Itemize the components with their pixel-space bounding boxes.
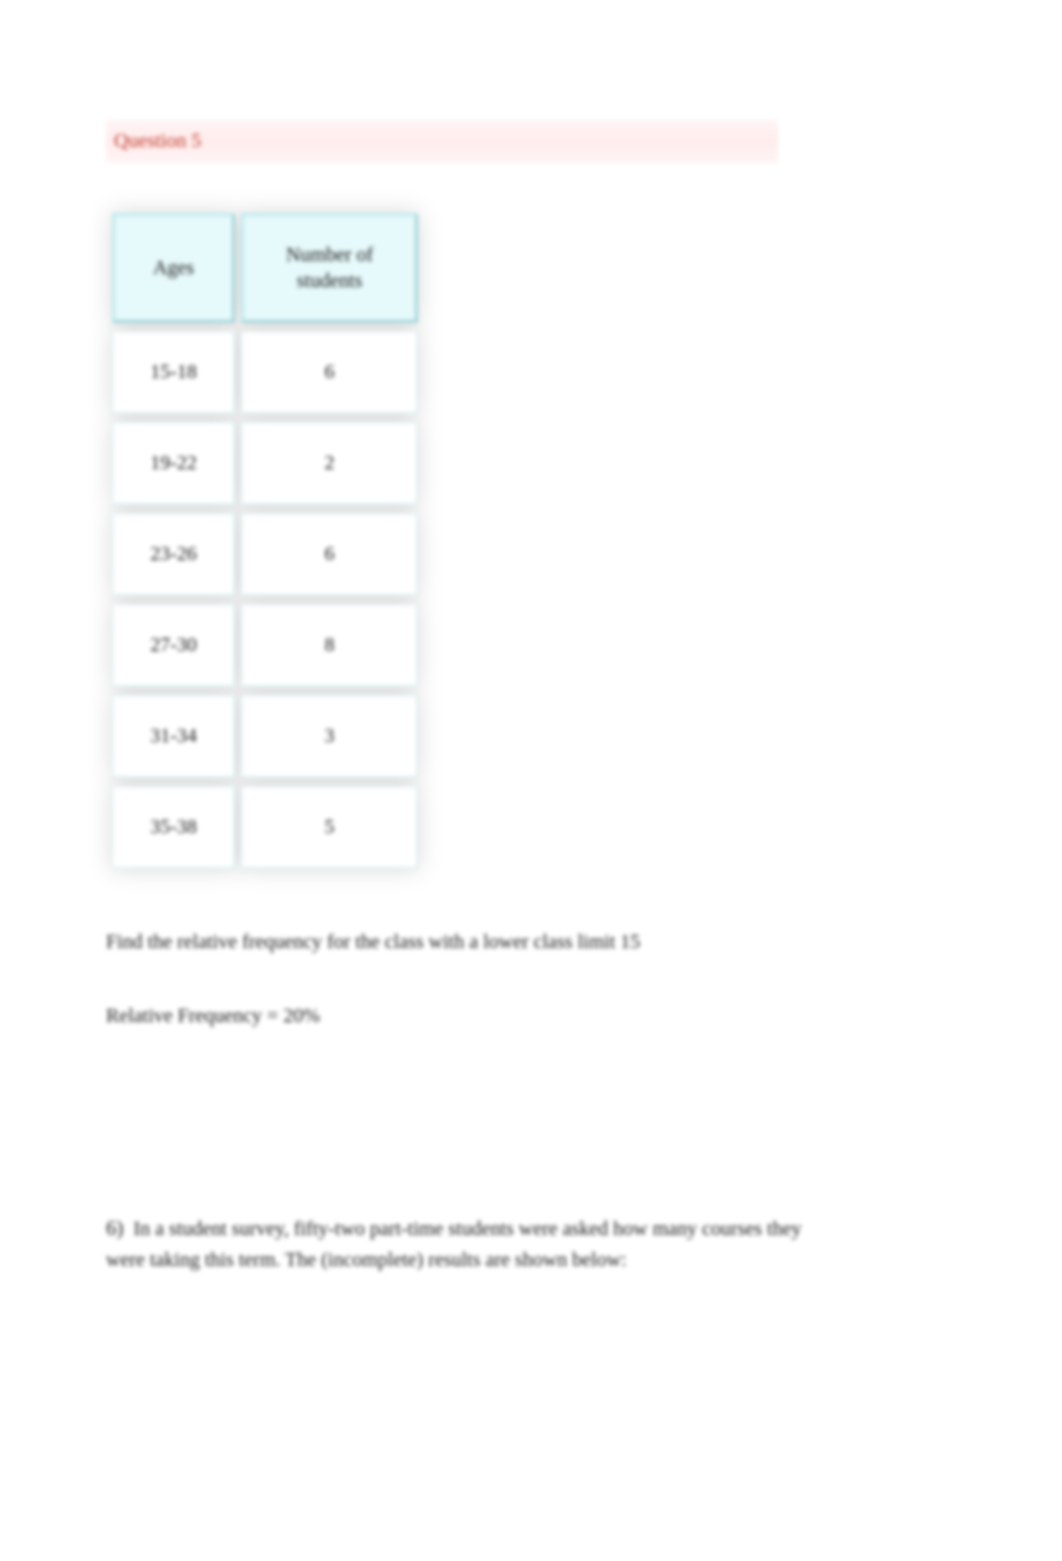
cell-ages: 35-38 bbox=[112, 786, 235, 869]
question-6-text: In a student survey, fifty-two part-time… bbox=[106, 1218, 801, 1271]
question-5-prompt: Find the relative frequency for the clas… bbox=[106, 927, 962, 957]
cell-ages: 27-30 bbox=[112, 604, 235, 687]
cell-count: 5 bbox=[241, 786, 418, 869]
question-5-header: Question 5 bbox=[106, 120, 778, 163]
cell-ages: 15-18 bbox=[112, 331, 235, 414]
cell-ages: 31-34 bbox=[112, 695, 235, 778]
question-5-answer: Relative Frequency = 20% bbox=[106, 1005, 962, 1028]
table-header-row: Ages Number of students bbox=[112, 213, 418, 323]
cell-count: 6 bbox=[241, 513, 418, 596]
cell-ages: 19-22 bbox=[112, 422, 235, 505]
cell-count: 6 bbox=[241, 331, 418, 414]
table-row: 27-30 8 bbox=[112, 604, 418, 687]
table-row: 23-26 6 bbox=[112, 513, 418, 596]
cell-count: 8 bbox=[241, 604, 418, 687]
table-row: 35-38 5 bbox=[112, 786, 418, 869]
document-page: Question 5 Ages Number of students 15-18… bbox=[0, 0, 1062, 1275]
question-6: 6) In a student survey, fifty-two part-t… bbox=[106, 1213, 826, 1275]
table-row: 31-34 3 bbox=[112, 695, 418, 778]
column-header-number-of-students: Number of students bbox=[241, 213, 418, 323]
table-row: 19-22 2 bbox=[112, 422, 418, 505]
cell-count: 2 bbox=[241, 422, 418, 505]
question-6-number: 6) bbox=[106, 1216, 124, 1240]
cell-count: 3 bbox=[241, 695, 418, 778]
column-header-ages: Ages bbox=[112, 213, 235, 323]
cell-ages: 23-26 bbox=[112, 513, 235, 596]
table-row: 15-18 6 bbox=[112, 331, 418, 414]
frequency-table: Ages Number of students 15-18 6 19-22 2 … bbox=[106, 205, 424, 877]
ages-students-table: Ages Number of students 15-18 6 19-22 2 … bbox=[106, 205, 424, 877]
